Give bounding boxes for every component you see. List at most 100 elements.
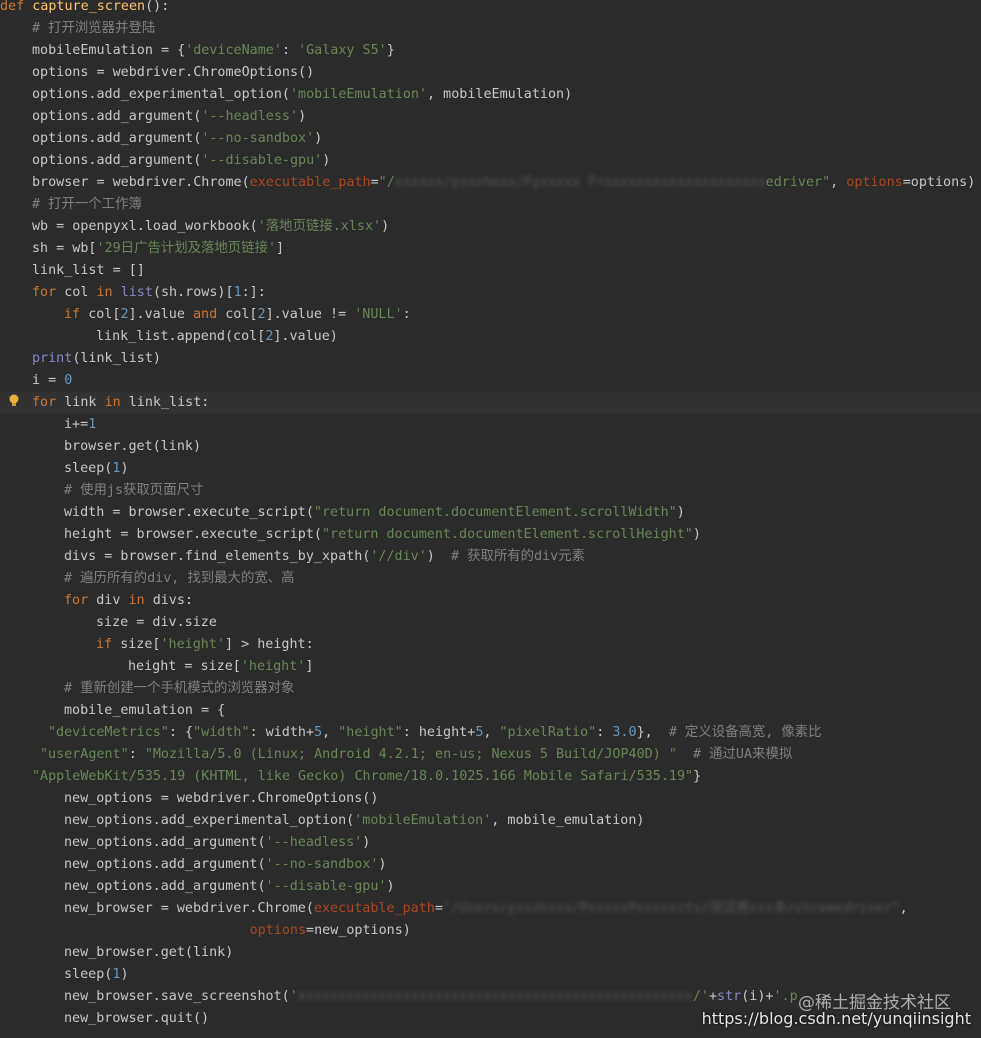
code-line[interactable]: link_list = []	[0, 260, 981, 282]
code-token: and	[193, 307, 226, 322]
code-token: }	[386, 43, 395, 58]
code-token: link_list.append(col[	[96, 329, 266, 344]
code-token: divs = browser.find_elements_by_xpath(	[64, 549, 371, 564]
code-token: 'height'	[240, 659, 306, 674]
code-token: :	[128, 747, 145, 762]
code-line[interactable]: options=new_options)	[0, 920, 981, 942]
code-token: 2	[120, 307, 129, 322]
code-line[interactable]: new_browser.get(link)	[0, 942, 981, 964]
code-line[interactable]: new_browser = webdriver.Chrome(executabl…	[0, 898, 981, 920]
code-token: options.add_argument(	[32, 153, 202, 168]
code-token: executable_path	[313, 901, 435, 916]
code-line[interactable]: link_list.append(col[2].value)	[0, 326, 981, 348]
code-token: edriver"	[765, 175, 831, 190]
code-line[interactable]: print(link_list)	[0, 348, 981, 370]
code-line[interactable]: new_options.add_argument('--no-sandbox')	[0, 854, 981, 876]
code-token: "return document.documentElement.scrollH…	[321, 527, 693, 542]
code-line[interactable]: # 打开一个工作簿	[0, 194, 981, 216]
code-token: i =	[32, 373, 65, 388]
code-line[interactable]: sh = wb['29日广告计划及落地页链接']	[0, 238, 981, 260]
code-token: new_options.add_argument(	[64, 857, 266, 872]
code-token: link_list:	[128, 395, 210, 410]
code-token: ,	[322, 725, 339, 740]
code-line[interactable]: mobile_emulation = {	[0, 700, 981, 722]
code-line[interactable]: # 重新创建一个手机模式的浏览器对象	[0, 678, 981, 700]
code-line[interactable]: browser.get(link)	[0, 436, 981, 458]
code-token: col	[64, 285, 97, 300]
code-line[interactable]: width = browser.execute_script("return d…	[0, 502, 981, 524]
code-editor[interactable]: def capture_screen(): # 打开浏览器并登陆 mobileEmu…	[0, 0, 981, 1038]
code-line[interactable]: "userAgent": "Mozilla/5.0 (Linux; Androi…	[0, 744, 981, 766]
code-token: 2	[257, 307, 266, 322]
code-token: 'Galaxy S5'	[298, 43, 387, 58]
code-token: =	[434, 901, 443, 916]
code-token: '落地页链接.xlsx'	[257, 219, 382, 234]
code-line[interactable]: for link in link_list:	[0, 392, 981, 414]
code-line[interactable]: # 使用js获取页面尺寸	[0, 480, 981, 502]
code-token: : width+	[249, 725, 315, 740]
code-token: # 使用js获取页面尺寸	[64, 483, 204, 498]
code-token: )	[378, 857, 387, 872]
code-line[interactable]: sleep(1)	[0, 458, 981, 480]
code-line[interactable]: divs = browser.find_elements_by_xpath('/…	[0, 546, 981, 568]
code-token: executable_path	[249, 175, 371, 190]
code-token: mobile_emulation = {	[64, 703, 226, 718]
code-token: +	[708, 989, 718, 1004]
code-token: link	[64, 395, 105, 410]
code-line[interactable]: # 遍历所有的div, 找到最大的宽、高	[0, 568, 981, 590]
code-line[interactable]: new_options.add_argument('--headless')	[0, 832, 981, 854]
code-line[interactable]: size = div.size	[0, 612, 981, 634]
code-line[interactable]: browser = webdriver.Chrome(executable_pa…	[0, 172, 981, 194]
code-token: : {	[168, 725, 194, 740]
code-token: mobileEmulation = {	[32, 43, 186, 58]
code-token: ].value)	[273, 329, 338, 344]
code-line[interactable]: if size['height'] > height:	[0, 634, 981, 656]
code-token: in	[128, 593, 153, 608]
code-line[interactable]: options.add_argument('--headless')	[0, 106, 981, 128]
code-token: /'	[692, 989, 709, 1004]
code-line[interactable]: new_options = webdriver.ChromeOptions()	[0, 788, 981, 810]
code-token: new_options = webdriver.ChromeOptions()	[64, 791, 379, 806]
code-line[interactable]: options.add_experimental_option('mobileE…	[0, 84, 981, 106]
code-line[interactable]: i = 0	[0, 370, 981, 392]
code-line[interactable]: wb = openpyxl.load_workbook('落地页链接.xlsx'…	[0, 216, 981, 238]
code-line[interactable]: "AppleWebKit/535.19 (KHTML, like Gecko) …	[0, 766, 981, 788]
code-token: options = webdriver.ChromeOptions()	[32, 65, 315, 80]
code-token: "/	[378, 175, 395, 190]
code-line[interactable]: i+=1	[0, 414, 981, 436]
code-token: # 遍历所有的div, 找到最大的宽、高	[64, 571, 295, 586]
code-line[interactable]: if col[2].value and col[2].value != 'NUL…	[0, 304, 981, 326]
code-line[interactable]: options = webdriver.ChromeOptions()	[0, 62, 981, 84]
code-token: print	[32, 351, 73, 366]
code-line[interactable]: mobileEmulation = {'deviceName': 'Galaxy…	[0, 40, 981, 62]
code-line[interactable]: for div in divs:	[0, 590, 981, 612]
code-line[interactable]: sleep(1)	[0, 964, 981, 986]
lightbulb-icon[interactable]	[8, 393, 20, 409]
code-token: new_options.add_argument(	[64, 879, 266, 894]
code-line[interactable]: def capture_screen():	[0, 0, 981, 18]
code-line[interactable]: # 打开浏览器并登陆	[0, 18, 981, 40]
code-token: # 打开一个工作簿	[32, 197, 142, 212]
code-token: i+=	[64, 417, 89, 432]
code-line[interactable]: height = size['height']	[0, 656, 981, 678]
code-line[interactable]: "deviceMetrics": {"width": width+5, "hei…	[0, 722, 981, 744]
code-token: for	[64, 593, 97, 608]
code-line[interactable]: options.add_argument('--disable-gpu')	[0, 150, 981, 172]
code-line[interactable]: height = browser.execute_script("return …	[0, 524, 981, 546]
code-token: sleep(	[64, 461, 113, 476]
code-token: '//div'	[370, 549, 427, 564]
code-token: in	[96, 285, 121, 300]
code-token: )	[322, 153, 331, 168]
code-token: '--disable-gpu'	[265, 879, 387, 894]
code-token: list	[120, 285, 153, 300]
code-line[interactable]: new_options.add_experimental_option('mob…	[0, 810, 981, 832]
code-token: '--headless'	[265, 835, 363, 850]
code-token: size[	[120, 637, 161, 652]
code-token: "deviceMetrics"	[48, 725, 169, 740]
code-line[interactable]: new_options.add_argument('--disable-gpu'…	[0, 876, 981, 898]
code-token: height = size[	[128, 659, 241, 674]
code-line[interactable]: for col in list(sh.rows)[1:]:	[0, 282, 981, 304]
code-token: # 打开浏览器并登陆	[32, 21, 156, 36]
code-line[interactable]: options.add_argument('--no-sandbox')	[0, 128, 981, 150]
code-token: :]:	[241, 285, 266, 300]
